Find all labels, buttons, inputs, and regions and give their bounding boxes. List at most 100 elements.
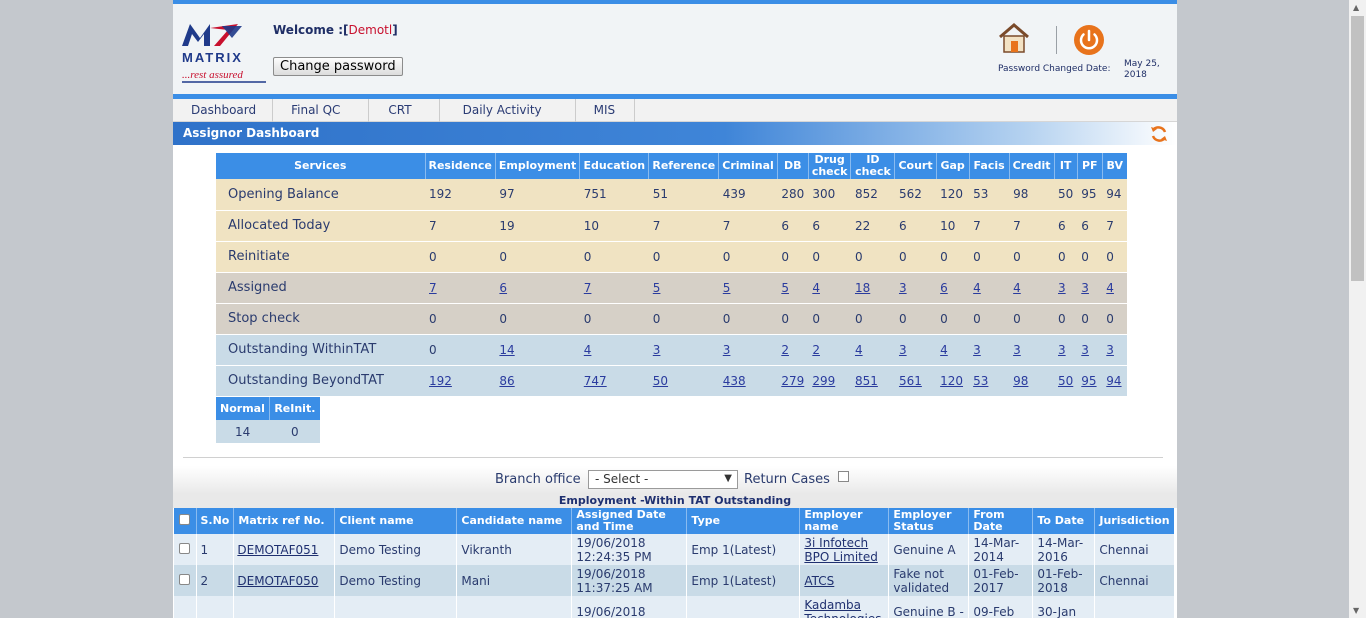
- services-count-link[interactable]: 3: [1013, 343, 1021, 357]
- header-drug-check: Drug check: [808, 153, 852, 179]
- services-count-link[interactable]: 53: [973, 374, 988, 388]
- services-count-link[interactable]: 4: [1013, 281, 1021, 295]
- services-cell: 0: [1009, 303, 1054, 335]
- services-count-link[interactable]: 4: [973, 281, 981, 295]
- header-criminal: Criminal: [718, 153, 778, 179]
- employer-name-link[interactable]: 3i Infotech BPO Limited: [804, 536, 877, 564]
- services-count-link[interactable]: 561: [899, 374, 922, 388]
- services-cell: 561: [894, 365, 937, 397]
- services-count-link[interactable]: 438: [723, 374, 746, 388]
- services-count-link[interactable]: 2: [812, 343, 820, 357]
- employer-name-link[interactable]: Kadamba Technologies: [804, 598, 881, 618]
- services-cell: 50: [1054, 179, 1078, 211]
- services-count-link[interactable]: 4: [812, 281, 820, 295]
- matrix-ref-link-cell: DEMOTAF050: [233, 565, 336, 596]
- services-count-link[interactable]: 5: [723, 281, 731, 295]
- services-cell: 0: [850, 303, 895, 335]
- services-row: Opening Balance 192 97 751 51 439 280 300 852 562…: [216, 179, 1128, 211]
- services-count-link[interactable]: 3: [899, 343, 907, 357]
- row-checkbox[interactable]: [179, 573, 191, 585]
- nav-mis[interactable]: MIS: [576, 99, 636, 122]
- services-count-link[interactable]: 3: [653, 343, 661, 357]
- nav-daily-activity[interactable]: Daily Activity: [440, 99, 576, 122]
- services-cell: 18: [850, 272, 895, 304]
- services-cell: 7: [718, 210, 778, 242]
- services-cell: 3: [894, 334, 937, 366]
- logout-power-icon[interactable]: [1073, 24, 1105, 56]
- services-count-link[interactable]: 86: [499, 374, 514, 388]
- services-count-link[interactable]: 3: [1081, 281, 1089, 295]
- employer-status-cell: Fake not validated: [888, 565, 970, 596]
- services-count-link[interactable]: 747: [584, 374, 607, 388]
- main-nav: Dashboard Final QC CRT Daily Activity MI…: [173, 99, 1177, 122]
- nav-crt[interactable]: CRT: [369, 99, 440, 122]
- services-count-link[interactable]: 94: [1106, 374, 1121, 388]
- services-cell: 94: [1102, 179, 1128, 211]
- services-count-link[interactable]: 95: [1081, 374, 1096, 388]
- services-count-link[interactable]: 2: [781, 343, 789, 357]
- scroll-up-arrow-icon[interactable]: ▲: [1353, 3, 1359, 12]
- scroll-down-arrow-icon[interactable]: ▼: [1353, 606, 1359, 615]
- return-cases-checkbox[interactable]: [838, 471, 849, 482]
- refresh-icon[interactable]: [1149, 124, 1169, 144]
- services-count-link[interactable]: 3: [1081, 343, 1089, 357]
- services-count-link[interactable]: 6: [499, 281, 507, 295]
- header-client-name: Client name: [334, 508, 458, 534]
- home-icon[interactable]: [997, 22, 1031, 54]
- header-candidate-name: Candidate name: [456, 508, 573, 534]
- services-cell: 3: [1054, 334, 1078, 366]
- services-row-label: Reinitiate: [216, 241, 425, 273]
- row-checkbox[interactable]: [179, 542, 191, 554]
- services-count-link[interactable]: 3: [723, 343, 731, 357]
- services-count-link[interactable]: 7: [429, 281, 437, 295]
- services-count-link[interactable]: 3: [1058, 281, 1066, 295]
- services-count-link[interactable]: 3: [973, 343, 981, 357]
- page-scrollbar[interactable]: ▲ ▼: [1349, 0, 1366, 618]
- services-count-link[interactable]: 851: [855, 374, 878, 388]
- services-count-link[interactable]: 50: [653, 374, 668, 388]
- services-count-link[interactable]: 14: [499, 343, 514, 357]
- scrollbar-thumb[interactable]: [1351, 16, 1364, 281]
- change-password-button[interactable]: Change password: [273, 57, 403, 76]
- services-count-link[interactable]: 50: [1058, 374, 1073, 388]
- services-count-link[interactable]: 98: [1013, 374, 1028, 388]
- from-date-cell: 14-Mar-2014: [968, 534, 1034, 565]
- services-count-link[interactable]: 5: [781, 281, 789, 295]
- services-count-link[interactable]: 279: [781, 374, 804, 388]
- employer-name-link[interactable]: ATCS: [804, 574, 834, 588]
- services-count-link[interactable]: 4: [855, 343, 863, 357]
- services-cell: 4: [936, 334, 970, 366]
- welcome-prefix: Welcome :[: [273, 23, 349, 37]
- services-count-link[interactable]: 299: [812, 374, 835, 388]
- services-count-link[interactable]: 4: [940, 343, 948, 357]
- matrix-ref-link[interactable]: DEMOTAF051: [237, 543, 318, 557]
- services-count-link[interactable]: 5: [653, 281, 661, 295]
- matrix-ref-link[interactable]: DEMOTAF050: [237, 574, 318, 588]
- services-count-link[interactable]: 4: [1106, 281, 1114, 295]
- services-cell: 0: [579, 241, 649, 273]
- services-count-link[interactable]: 3: [1058, 343, 1066, 357]
- services-count-link[interactable]: 192: [429, 374, 452, 388]
- section-divider: [183, 457, 1163, 458]
- select-all-checkbox[interactable]: [179, 514, 191, 525]
- services-count-link[interactable]: 120: [940, 374, 963, 388]
- header-type: Type: [686, 508, 801, 534]
- services-cell: 192: [425, 365, 496, 397]
- header-employment: Employment: [495, 153, 581, 179]
- services-cell: 50: [648, 365, 719, 397]
- header-residence: Residence: [425, 153, 496, 179]
- services-count-link[interactable]: 7: [584, 281, 592, 295]
- services-count-link[interactable]: 4: [584, 343, 592, 357]
- table-row: 1 DEMOTAF051 Demo Testing Vikranth 19/06/201…: [174, 534, 1175, 565]
- services-count-link[interactable]: 18: [855, 281, 870, 295]
- services-cell: 0: [777, 303, 809, 335]
- nav-final-qc[interactable]: Final QC: [273, 99, 370, 122]
- normal-reinit-table: Normal ReInit. 14 0: [216, 397, 321, 443]
- nav-dashboard[interactable]: Dashboard: [175, 99, 274, 122]
- services-cell: 2: [808, 334, 851, 366]
- services-count-link[interactable]: 6: [940, 281, 948, 295]
- services-count-link[interactable]: 3: [1106, 343, 1114, 357]
- services-count-link[interactable]: 3: [899, 281, 907, 295]
- branch-office-select[interactable]: - Select - ▼: [588, 470, 738, 489]
- services-cell: 4: [969, 272, 1010, 304]
